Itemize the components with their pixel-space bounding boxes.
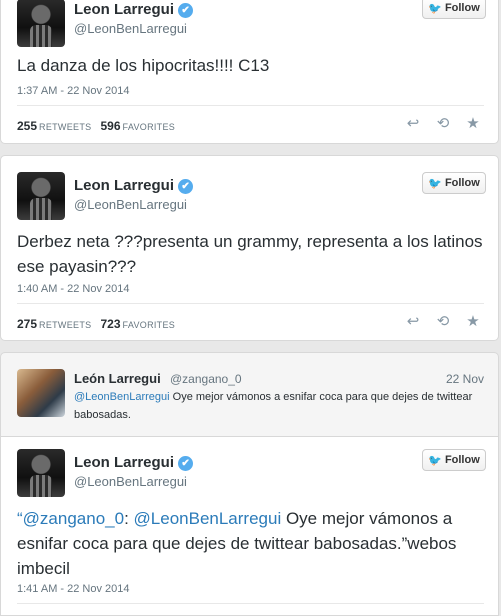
tweet-text: Derbez neta ???presenta un grammy, repre…	[17, 232, 483, 276]
follow-button[interactable]: 🐦 Follow	[422, 172, 486, 194]
tweet-timestamp[interactable]: 1:40 AM - 22 Nov 2014	[17, 283, 130, 295]
verified-icon: ✔	[178, 456, 194, 471]
twitter-bird-icon: 🐦	[428, 177, 442, 190]
reply-icon[interactable]: ↩	[404, 314, 422, 329]
divider	[17, 603, 484, 604]
tweet-timestamp[interactable]: 1:41 AM - 22 Nov 2014	[17, 583, 130, 595]
favorite-count[interactable]: 723	[101, 317, 121, 331]
avatar[interactable]	[17, 369, 65, 417]
tweet-text: La danza de los hipocritas!!!! C13	[17, 56, 270, 75]
tweet-actions: ↩ ⟲ ★	[404, 314, 482, 329]
reply-author-handle[interactable]: @zangano_0	[170, 372, 242, 386]
twitter-bird-icon: 🐦	[428, 2, 442, 15]
divider	[17, 105, 484, 106]
retweets-label: RETWEETS	[39, 122, 92, 132]
tweet-author-name[interactable]: Leon Larregui ✔	[74, 177, 194, 194]
tweet-timestamp[interactable]: 1:37 AM - 22 Nov 2014	[17, 85, 130, 97]
favorite-count[interactable]: 596	[101, 119, 121, 133]
reply-tweet-card[interactable]: León Larregui @zangano_0 22 Nov @LeonBen…	[0, 352, 499, 437]
tweet-card: Leon Larregui ✔ @LeonBenLarregui 🐦 Follow…	[0, 155, 499, 341]
avatar[interactable]	[17, 172, 65, 220]
retweet-count[interactable]: 275	[17, 317, 37, 331]
verified-icon: ✔	[178, 179, 194, 194]
tweet-text: “@zangano_0: @LeonBenLarregui Oye mejor …	[17, 506, 484, 581]
author-name-text: Leon Larregui	[74, 1, 175, 18]
mention-link[interactable]: @zangano_0	[23, 509, 124, 528]
reply-text: @LeonBenLarregui Oye mejor vámonos a esn…	[74, 388, 480, 424]
retweets-label: RETWEETS	[39, 320, 92, 330]
follow-button[interactable]: 🐦 Follow	[422, 449, 486, 471]
retweet-icon[interactable]: ⟲	[434, 116, 452, 131]
retweet-count[interactable]: 255	[17, 119, 37, 133]
tweet-author-handle[interactable]: @LeonBenLarregui	[74, 474, 187, 489]
tweet-actions: ↩ ⟲ ★	[404, 116, 482, 131]
avatar[interactable]	[17, 449, 65, 497]
follow-label: Follow	[444, 177, 480, 189]
tweet-author-name[interactable]: Leon Larregui ✔	[74, 1, 194, 18]
tweet-text-colon: :	[124, 509, 134, 528]
retweet-icon[interactable]: ⟲	[434, 314, 452, 329]
twitter-bird-icon: 🐦	[428, 454, 442, 467]
favorite-icon[interactable]: ★	[464, 314, 482, 329]
author-name-text: Leon Larregui	[74, 177, 175, 194]
mention-link[interactable]: @LeonBenLarregui	[74, 391, 170, 403]
reply-author-name[interactable]: León Larregui	[74, 371, 161, 386]
favorites-label: FAVORITES	[122, 320, 176, 330]
tweet-stats: 255 RETWEETS 596 FAVORITES	[17, 119, 181, 133]
verified-icon: ✔	[178, 3, 194, 18]
tweet-stats: 275 RETWEETS 723 FAVORITES	[17, 317, 181, 331]
reply-icon[interactable]: ↩	[404, 116, 422, 131]
tweet-author-name[interactable]: Leon Larregui ✔	[74, 454, 194, 471]
tweet-card: Leon Larregui ✔ @LeonBenLarregui 🐦 Follow…	[0, 0, 499, 144]
divider	[17, 303, 484, 304]
favorite-icon[interactable]: ★	[464, 116, 482, 131]
tweet-author-handle[interactable]: @LeonBenLarregui	[74, 197, 187, 212]
tweet-author-handle[interactable]: @LeonBenLarregui	[74, 21, 187, 36]
favorites-label: FAVORITES	[122, 122, 176, 132]
follow-label: Follow	[444, 454, 480, 466]
follow-label: Follow	[444, 2, 480, 14]
reply-date[interactable]: 22 Nov	[446, 372, 484, 386]
avatar[interactable]	[17, 0, 65, 47]
mention-link[interactable]: @LeonBenLarregui	[134, 509, 282, 528]
tweet-card: Leon Larregui ✔ @LeonBenLarregui 🐦 Follow…	[0, 436, 499, 616]
author-name-text: Leon Larregui	[74, 454, 175, 471]
follow-button[interactable]: 🐦 Follow	[422, 0, 486, 19]
